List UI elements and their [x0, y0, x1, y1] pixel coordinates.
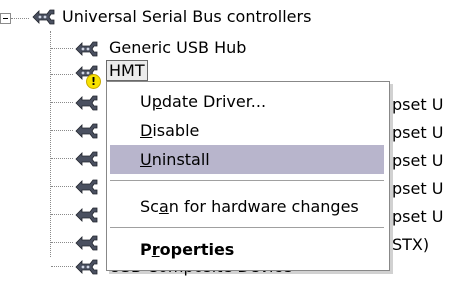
usb-icon — [73, 175, 99, 197]
menu-item-label: Uninstall — [140, 150, 210, 169]
usb-icon — [73, 231, 99, 253]
usb-icon — [73, 119, 99, 141]
usb-icon — [73, 147, 99, 169]
menu-separator — [110, 227, 384, 228]
menu-item-label: Disable — [140, 121, 200, 140]
tree-connector — [51, 186, 73, 187]
collapse-toggle[interactable] — [0, 13, 11, 24]
tree-node-partial-label: pset U — [392, 207, 444, 226]
context-menu: Update Driver... Disable Uninstall Scan … — [106, 81, 390, 271]
tree-connector-main — [50, 31, 51, 257]
menu-item-label: Properties — [140, 240, 235, 259]
tree-node-label: Universal Serial Bus controllers — [62, 7, 312, 26]
menu-item-uninstall[interactable]: Uninstall — [110, 145, 384, 174]
usb-icon — [73, 91, 99, 113]
tree-node-partial-label: STX) — [392, 235, 430, 254]
tree-connector — [51, 158, 73, 159]
tree-node-partial-label: pset U — [392, 179, 444, 198]
menu-item-properties[interactable]: Properties — [110, 235, 384, 264]
menu-separator — [110, 180, 384, 181]
tree-connector — [51, 266, 73, 267]
usb-icon — [73, 37, 99, 59]
menu-item-update-driver[interactable]: Update Driver... — [110, 87, 384, 116]
tree-connector — [51, 48, 73, 49]
selected-item-label: HMT — [106, 60, 148, 81]
tree-node-label: Generic USB Hub — [109, 38, 247, 57]
tree-node-partial-label: pset U — [392, 151, 444, 170]
tree-connector — [51, 130, 73, 131]
usb-icon — [73, 203, 99, 225]
usb-icon — [73, 255, 99, 277]
tree-node-partial-label: pset U — [392, 95, 444, 114]
tree-node-label: HMT — [106, 60, 148, 82]
menu-item-disable[interactable]: Disable — [110, 116, 384, 145]
tree-connector — [51, 214, 73, 215]
menu-item-label: Update Driver... — [140, 92, 267, 111]
usb-icon — [30, 5, 56, 27]
tree-connector — [51, 242, 73, 243]
tree-connector-root — [11, 18, 29, 19]
warning-icon: ! — [86, 74, 101, 89]
menu-item-scan-hardware[interactable]: Scan for hardware changes — [110, 192, 384, 221]
tree-connector — [51, 74, 73, 75]
tree-connector — [51, 102, 73, 103]
tree-node-partial-label: pset U — [392, 123, 444, 142]
menu-item-label: Scan for hardware changes — [140, 197, 359, 216]
